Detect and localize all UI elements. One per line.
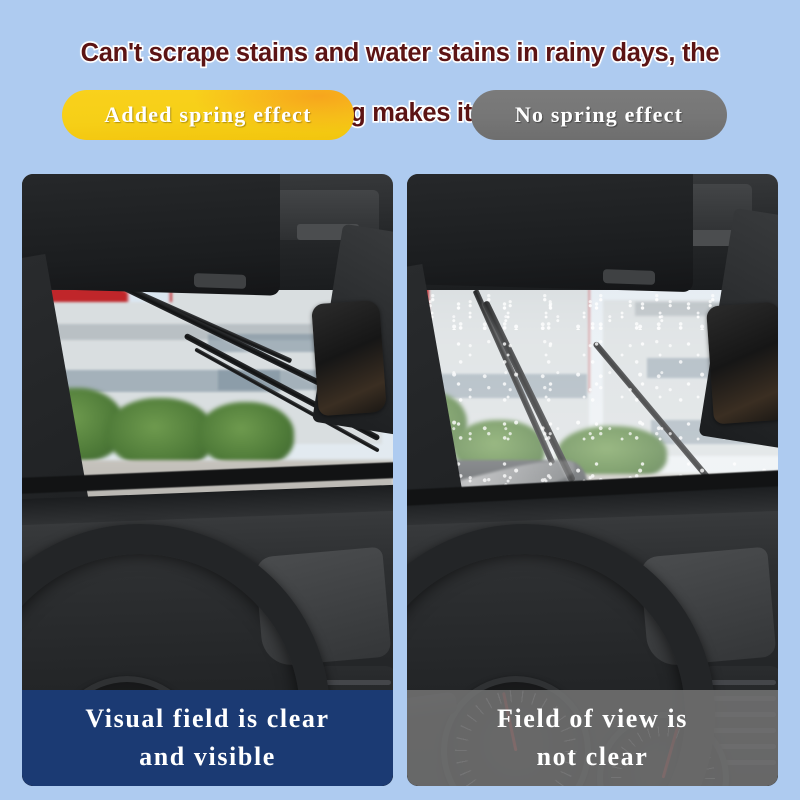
headline-line-1: Can't scrape stains and water stains in … <box>79 37 721 68</box>
rearview-mirror <box>705 301 778 425</box>
label-added-spring-effect: Added spring effect <box>62 90 354 140</box>
comparison-panel-right: Field of view is not clear <box>407 174 778 786</box>
caption-right: Field of view is not clear <box>407 690 778 786</box>
caption-right-line-1: Field of view is <box>497 704 688 733</box>
label-no-spring-effect: No spring effect <box>471 90 727 140</box>
caption-left: Visual field is clear and visible <box>22 690 393 786</box>
rearview-mirror <box>311 299 387 417</box>
sun-visor-clip <box>603 269 655 285</box>
label-added-spring-effect-text: Added spring effect <box>104 102 312 127</box>
caption-right-line-2: not clear <box>536 742 649 771</box>
caption-left-line-2: and visible <box>139 742 276 771</box>
tree-right <box>198 402 294 468</box>
sun-visor-clip <box>194 273 246 289</box>
label-no-spring-effect-text: No spring effect <box>514 102 684 127</box>
caption-left-line-1: Visual field is clear <box>85 704 330 733</box>
comparison-panel-left: Visual field is clear and visible <box>22 174 393 786</box>
